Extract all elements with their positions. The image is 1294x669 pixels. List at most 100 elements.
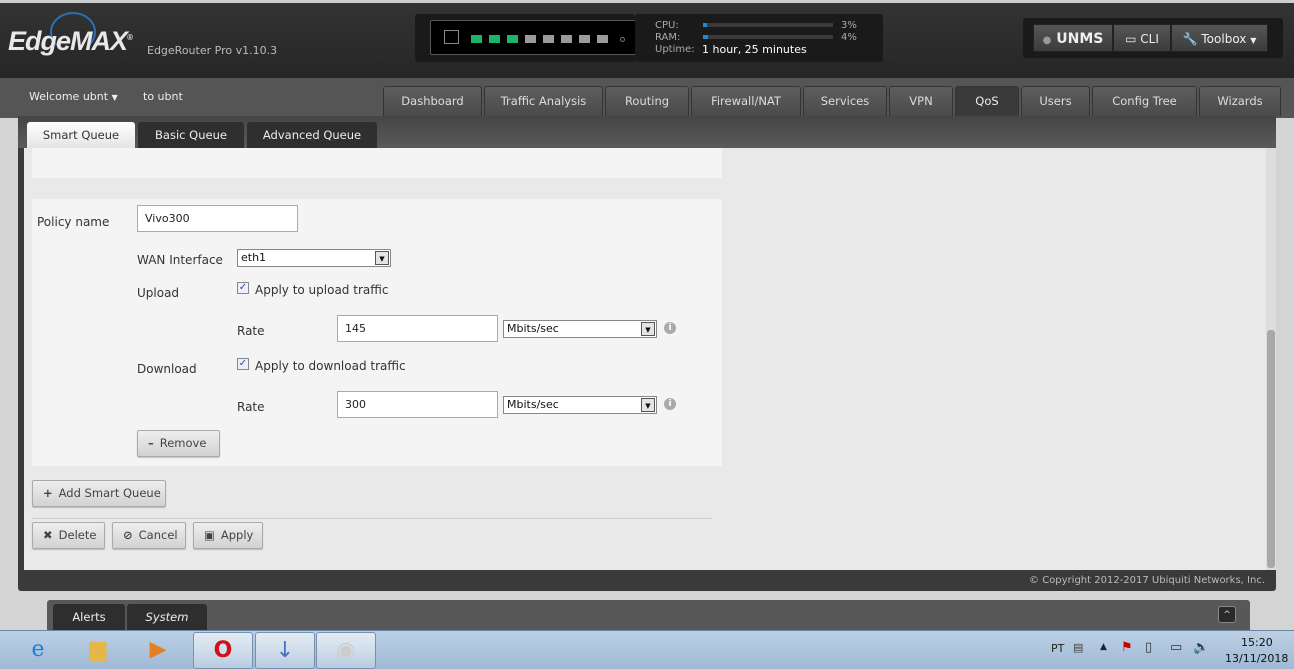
- port-7-led[interactable]: [579, 35, 590, 43]
- download-checkbox[interactable]: ✓: [237, 358, 249, 370]
- copyright: © Copyright 2012-2017 Ubiquiti Networks,…: [1029, 575, 1265, 586]
- wan-interface-label: WAN Interface: [137, 253, 223, 267]
- policy-name-input[interactable]: Vivo300: [137, 205, 298, 232]
- unms-button[interactable]: ● UNMS: [1033, 24, 1113, 52]
- wan-interface-select[interactable]: eth1 ▼: [237, 249, 391, 267]
- download-rate-input[interactable]: 300: [337, 391, 498, 418]
- port-8-led[interactable]: [597, 35, 608, 43]
- tab-smart-queue[interactable]: Smart Queue: [27, 122, 135, 148]
- toolbar: ● UNMS ▭ CLI 🔧 Toolbox ▼: [1023, 18, 1283, 58]
- tab-alerts[interactable]: Alerts: [53, 604, 125, 630]
- upload-checkbox[interactable]: ✓: [237, 282, 249, 294]
- status-dot-icon: ●: [1042, 35, 1052, 46]
- main-nav: Welcome ubnt ▼ to ubnt Dashboard Traffic …: [0, 78, 1294, 118]
- tab-advanced-queue[interactable]: Advanced Queue: [247, 122, 377, 148]
- keyboard-icon[interactable]: ▤: [1073, 641, 1083, 654]
- download-label: Download: [137, 362, 197, 376]
- port-5-led[interactable]: [543, 35, 554, 43]
- upload-checkbox-label: Apply to upload traffic: [255, 283, 389, 297]
- chevron-down-icon: ▼: [375, 251, 389, 265]
- media-player-icon[interactable]: ▶: [128, 632, 188, 669]
- apply-button[interactable]: ▣ Apply: [193, 522, 263, 549]
- info-icon[interactable]: i: [664, 398, 676, 410]
- download-checkbox-label: Apply to download traffic: [255, 359, 406, 373]
- chevron-down-icon: ▼: [641, 322, 655, 336]
- system-stats: CPU: 3% RAM: 4% Uptime: 1 hour, 25 minut…: [635, 14, 883, 62]
- add-smart-queue-button[interactable]: + Add Smart Queue: [32, 480, 166, 507]
- tab-basic-queue[interactable]: Basic Queue: [138, 122, 244, 148]
- qos-subtabs: Smart Queue Basic Queue Advanced Queue: [18, 116, 1276, 148]
- nav-tab-services[interactable]: Services: [803, 86, 887, 116]
- ram-value: 4%: [841, 32, 857, 43]
- port-1-led[interactable]: [471, 35, 482, 43]
- windows-taskbar: e ▆ ▶ O ↓ ◉ PT ▤ ▲ ⚑ ▯ ▭ 🔈 15:20 13/11/2…: [0, 630, 1294, 669]
- scrollbar-thumb[interactable]: [1267, 330, 1275, 568]
- upload-unit-select[interactable]: Mbits/sec ▼: [503, 320, 657, 338]
- terminal-icon: ▭: [1125, 32, 1137, 46]
- nav-tab-routing[interactable]: Routing: [605, 86, 689, 116]
- plus-icon: +: [43, 486, 53, 500]
- minus-icon: –: [148, 436, 154, 450]
- nav-tab-wizards[interactable]: Wizards: [1199, 86, 1281, 116]
- network-icon[interactable]: ▭: [1170, 640, 1182, 655]
- cpu-label: CPU:: [655, 20, 679, 31]
- disc-icon[interactable]: ◉: [316, 632, 376, 669]
- ram-label: RAM:: [655, 32, 681, 43]
- remove-button[interactable]: – Remove: [137, 430, 220, 457]
- upload-rate-label: Rate: [237, 324, 265, 338]
- toolbox-button[interactable]: 🔧 Toolbox ▼: [1171, 24, 1268, 52]
- router-name: to ubnt: [143, 90, 183, 103]
- uptime-value: 1 hour, 25 minutes: [702, 43, 807, 56]
- download-unit-value: Mbits/sec: [507, 398, 559, 411]
- port-3-led[interactable]: [507, 35, 518, 43]
- opera-icon[interactable]: O: [193, 632, 253, 669]
- cli-button[interactable]: ▭ CLI: [1113, 24, 1171, 52]
- user-menu[interactable]: Welcome ubnt ▼: [29, 90, 118, 103]
- clock-time[interactable]: 15:20: [1241, 636, 1273, 649]
- app-icon[interactable]: ↓: [255, 632, 315, 669]
- cancel-button[interactable]: ⊘ Cancel: [112, 522, 186, 549]
- language-indicator[interactable]: PT: [1051, 642, 1064, 655]
- save-icon: ▣: [204, 528, 215, 542]
- nav-tab-traffic-analysis[interactable]: Traffic Analysis: [484, 86, 603, 116]
- clock-date[interactable]: 13/11/2018: [1225, 652, 1288, 665]
- download-rate-label: Rate: [237, 400, 265, 414]
- toolbox-label: Toolbox: [1201, 32, 1247, 46]
- nav-tab-users[interactable]: Users: [1021, 86, 1090, 116]
- console-port-icon: [444, 30, 459, 44]
- internet-explorer-icon[interactable]: e: [8, 632, 68, 669]
- volume-icon[interactable]: 🔈: [1193, 640, 1209, 655]
- info-icon[interactable]: i: [664, 322, 676, 334]
- action-center-icon[interactable]: ⚑: [1121, 640, 1133, 655]
- upload-unit-value: Mbits/sec: [507, 322, 559, 335]
- file-explorer-icon[interactable]: ▆: [68, 632, 128, 669]
- nav-tab-qos[interactable]: QoS: [955, 86, 1019, 116]
- show-hidden-icons[interactable]: ▲: [1100, 642, 1107, 652]
- cancel-label: Cancel: [138, 528, 178, 542]
- wrench-icon: 🔧: [1182, 32, 1198, 46]
- nav-tab-dashboard[interactable]: Dashboard: [383, 86, 482, 116]
- edgemax-logo: EdgeMAX®: [8, 26, 133, 56]
- port-2-led[interactable]: [489, 35, 500, 43]
- welcome-label: Welcome ubnt: [29, 90, 109, 103]
- wan-interface-value: eth1: [241, 251, 267, 264]
- delete-button[interactable]: ✖ Delete: [32, 522, 105, 549]
- add-label: Add Smart Queue: [58, 486, 161, 500]
- delete-label: Delete: [58, 528, 97, 542]
- unms-label: UNMS: [1056, 31, 1104, 47]
- nav-tab-config-tree[interactable]: Config Tree: [1092, 86, 1197, 116]
- device-icon[interactable]: ▯: [1145, 640, 1152, 655]
- port-4-led[interactable]: [525, 35, 536, 43]
- nav-tab-firewall-nat[interactable]: Firewall/NAT: [691, 86, 801, 116]
- port-status: [430, 20, 636, 55]
- nav-tab-vpn[interactable]: VPN: [889, 86, 953, 116]
- upload-rate-input[interactable]: 145: [337, 315, 498, 342]
- tab-system[interactable]: System: [127, 604, 207, 630]
- bottom-bar: Alerts System ^: [47, 600, 1250, 630]
- policy-name-label: Policy name: [37, 215, 110, 229]
- chevron-down-icon: ▼: [641, 398, 655, 412]
- remove-label: Remove: [159, 436, 207, 450]
- expand-up-button[interactable]: ^: [1218, 606, 1236, 623]
- download-unit-select[interactable]: Mbits/sec ▼: [503, 396, 657, 414]
- port-6-led[interactable]: [561, 35, 572, 43]
